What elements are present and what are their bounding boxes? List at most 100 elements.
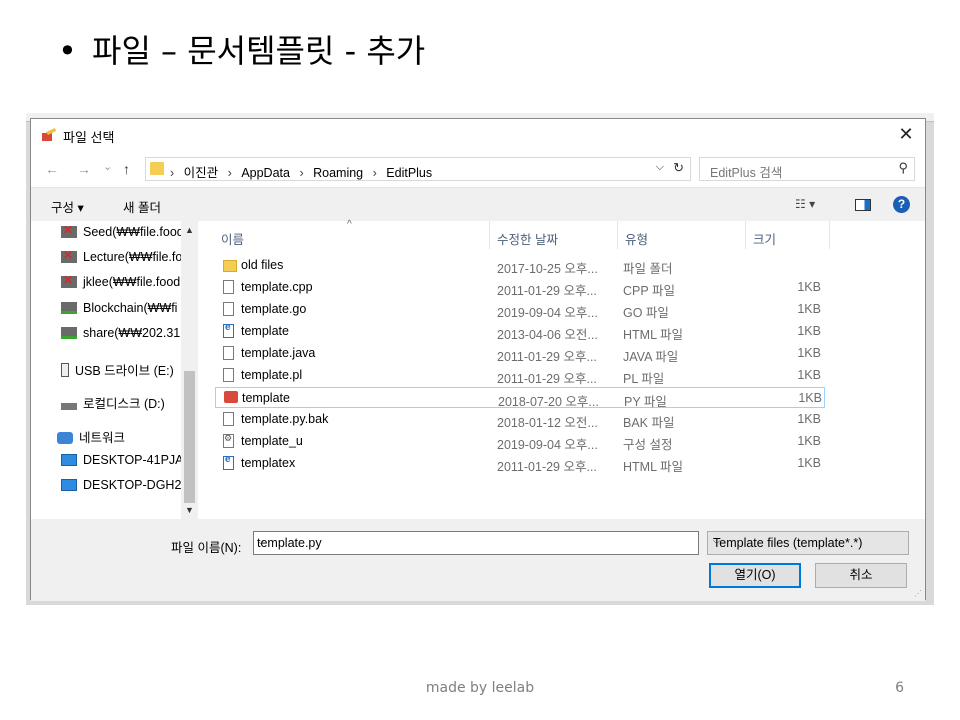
file-date: 2013-04-06 오전...	[497, 328, 598, 342]
nav-item[interactable]: DESKTOP-DGH2	[61, 478, 181, 500]
network-drive-icon	[61, 302, 77, 314]
file-row[interactable]: template.cpp 2011-01-29 오후... CPP 파일 1KB	[215, 277, 825, 298]
filename-label: 파일 이름(N):	[171, 541, 242, 555]
command-toolbar: 구성 ▾ 새 폴더 ☷ ▾ ?	[31, 187, 925, 222]
forward-arrow-icon[interactable]: →	[77, 161, 91, 177]
html-file-icon	[223, 454, 234, 470]
file-open-dialog: 파일 선택 ✕ ← → ⌄ ↑ › 이진관 › AppData › Roamin…	[30, 118, 926, 601]
refresh-icon[interactable]: ↻	[673, 160, 684, 176]
file-type: PL 파일	[623, 372, 665, 386]
nav-scrollbar[interactable]: ▲ ▼	[181, 221, 198, 519]
file-name: template.pl	[241, 368, 303, 382]
file-type: CPP 파일	[623, 284, 675, 298]
nav-item[interactable]: jklee(₩₩file.food	[61, 275, 181, 297]
file-row[interactable]: template.py.bak 2018-01-12 오전... BAK 파일 …	[215, 409, 825, 430]
file-type: HTML 파일	[623, 328, 684, 342]
breadcrumb-item[interactable]: Roaming	[313, 166, 363, 180]
breadcrumb-separator: ›	[299, 166, 304, 180]
column-divider[interactable]	[829, 221, 830, 249]
search-input[interactable]: EditPlus 검색	[710, 162, 782, 181]
nav-item[interactable]: DESKTOP-41PJA	[61, 453, 181, 475]
close-icon[interactable]: ✕	[895, 123, 917, 145]
file-size: 1KB	[797, 434, 821, 448]
address-bar[interactable]: › 이진관 › AppData › Roaming › EditPlus ⌵ ↻	[145, 157, 691, 181]
file-name: template.py.bak	[241, 412, 329, 426]
breadcrumb-item[interactable]: EditPlus	[386, 166, 432, 180]
preview-pane-icon[interactable]	[855, 199, 871, 211]
breadcrumb-item[interactable]: AppData	[241, 166, 290, 180]
scroll-thumb[interactable]	[184, 371, 195, 503]
sort-ascending-icon: ^	[347, 219, 352, 230]
view-options-icon[interactable]: ☷ ▾	[795, 197, 815, 211]
back-arrow-icon[interactable]: ←	[45, 161, 59, 177]
file-row[interactable]: old files 2017-10-25 오후... 파일 폴더	[215, 255, 825, 276]
up-arrow-icon[interactable]: ↑	[123, 161, 130, 177]
nav-item-label: DESKTOP-41PJA	[83, 453, 181, 467]
nav-item[interactable]: Lecture(₩₩file.fo	[61, 250, 181, 272]
nav-item[interactable]: Seed(₩₩file.food	[61, 225, 181, 247]
nav-item[interactable]: USB 드라이브 (E:)	[61, 360, 181, 382]
breadcrumb-separator: ›	[170, 166, 175, 180]
file-size: 1KB	[797, 280, 821, 294]
breadcrumb-separator: ›	[372, 166, 377, 180]
nav-item[interactable]: 로컬디스크 (D:)	[61, 393, 181, 415]
column-name[interactable]: 이름	[221, 229, 244, 248]
file-date: 2019-09-04 오후...	[497, 438, 598, 452]
file-date: 2018-07-20 오후...	[498, 395, 599, 409]
column-type[interactable]: 유형	[625, 229, 648, 248]
chevron-down-icon[interactable]: ⌵	[257, 536, 693, 547]
column-date[interactable]: 수정한 날짜	[497, 229, 558, 248]
organize-button[interactable]: 구성 ▾	[51, 197, 84, 216]
file-date: 2018-01-12 오전...	[497, 416, 598, 430]
file-row[interactable]: template.go 2019-09-04 오후... GO 파일 1KB	[215, 299, 825, 320]
folder-icon	[150, 162, 164, 175]
file-row[interactable]: template 2013-04-06 오전... HTML 파일 1KB	[215, 321, 825, 342]
scroll-up-icon[interactable]: ▲	[185, 225, 194, 235]
editplus-app-icon	[42, 128, 56, 141]
recent-locations-icon[interactable]: ⌄	[103, 160, 112, 173]
column-divider[interactable]	[745, 221, 746, 249]
column-divider[interactable]	[617, 221, 618, 249]
file-row[interactable]: templatex 2011-01-29 오후... HTML 파일 1KB	[215, 453, 825, 474]
nav-item-label: jklee(₩₩file.food	[83, 275, 181, 289]
file-size: 1KB	[797, 346, 821, 360]
breadcrumb-item[interactable]: 이진관	[184, 166, 219, 180]
file-row[interactable]: template_u 2019-09-04 오후... 구성 설정 1KB	[215, 431, 825, 452]
usb-drive-icon	[61, 363, 69, 377]
file-date: 2011-01-29 오후...	[497, 372, 597, 386]
slide-footer: made by leelab	[425, 680, 535, 696]
open-button[interactable]: 열기(O)	[709, 563, 801, 588]
filename-field[interactable]: template.py ⌵	[253, 531, 699, 555]
dialog-title: 파일 선택	[63, 130, 115, 145]
search-icon[interactable]: ⚲	[898, 160, 908, 176]
file-type: HTML 파일	[623, 460, 684, 474]
local-disk-icon	[61, 403, 77, 410]
help-icon[interactable]: ?	[893, 196, 910, 213]
file-type-filter[interactable]: Template files (template*.*) ⌵	[707, 531, 909, 555]
nav-item-label: Lecture(₩₩file.fo	[83, 250, 181, 264]
cancel-button[interactable]: 취소	[815, 563, 907, 588]
column-size[interactable]: 크기	[753, 229, 776, 248]
resize-grip-icon[interactable]: ⋰	[914, 589, 922, 598]
page-number: 6	[895, 680, 904, 696]
nav-item[interactable]: Blockchain(₩₩fi	[61, 301, 181, 323]
file-size: 1KB	[797, 412, 821, 426]
network-drive-disconnected-icon	[61, 225, 77, 238]
nav-item-label: Blockchain(₩₩fi	[83, 301, 178, 315]
file-row-selected[interactable]: template 2018-07-20 오후... PY 파일 1KB	[215, 387, 825, 409]
search-box[interactable]: EditPlus 검색 ⚲	[699, 157, 915, 181]
file-row[interactable]: template.pl 2011-01-29 오후... PL 파일 1KB	[215, 365, 825, 386]
chevron-down-icon[interactable]: ⌵	[656, 161, 664, 174]
nav-item[interactable]: share(₩₩202.31	[61, 326, 181, 348]
nav-item[interactable]: 네트워크	[57, 427, 177, 449]
chevron-down-icon[interactable]: ⌵	[713, 536, 902, 547]
scroll-down-icon[interactable]: ▼	[185, 505, 194, 515]
column-divider[interactable]	[489, 221, 490, 249]
file-name: template	[241, 324, 289, 338]
network-icon	[57, 432, 73, 444]
file-row[interactable]: template.java 2011-01-29 오후... JAVA 파일 1…	[215, 343, 825, 364]
dialog-titlebar: 파일 선택 ✕	[31, 119, 925, 151]
new-folder-button[interactable]: 새 폴더	[123, 197, 161, 216]
file-list: ^ 이름 수정한 날짜 유형 크기 old files 2017-10-25 오…	[199, 219, 925, 519]
file-name: template	[242, 391, 290, 405]
